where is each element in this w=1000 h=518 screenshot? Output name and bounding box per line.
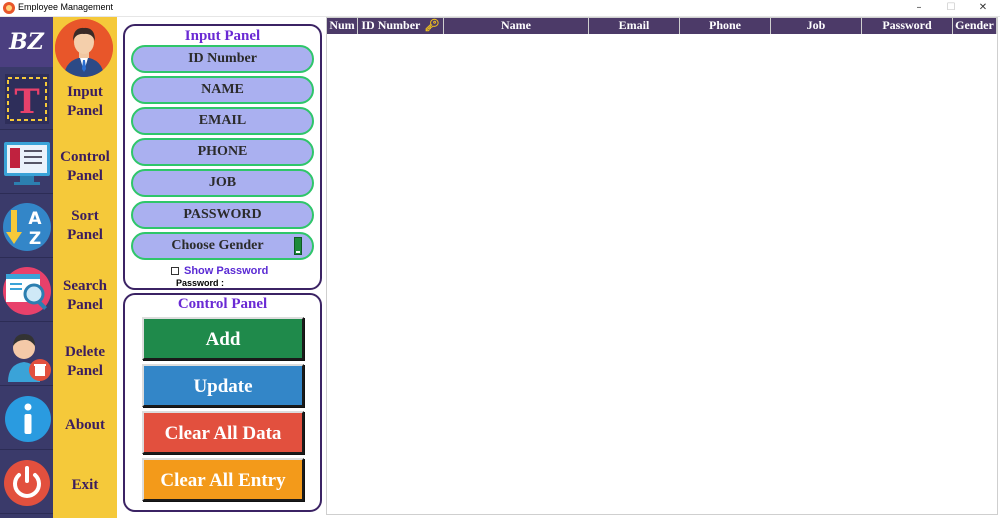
control-panel-icon[interactable] xyxy=(0,132,53,194)
nav-input-panel[interactable]: Input Panel xyxy=(53,83,117,121)
column-header-phone[interactable]: Phone xyxy=(680,18,771,34)
email-field[interactable]: EMAIL xyxy=(131,107,314,135)
control-panel: Control Panel Add Update Clear All Data … xyxy=(123,293,322,512)
table-header: Num ID Number 🔑︎ Name Email Phone Job Pas… xyxy=(327,18,997,34)
svg-text:A: A xyxy=(28,209,42,229)
input-panel-icon[interactable]: T xyxy=(0,68,53,130)
employee-table[interactable]: Num ID Number 🔑︎ Name Email Phone Job Pas… xyxy=(326,17,998,515)
nav-sort-panel[interactable]: Sort Panel xyxy=(53,207,117,245)
input-panel-title: Input Panel xyxy=(184,28,261,44)
nav-control-panel[interactable]: Control Panel xyxy=(53,148,117,186)
column-header-job[interactable]: Job xyxy=(771,18,862,34)
column-header-id-number[interactable]: ID Number 🔑︎ xyxy=(358,18,444,34)
nav-exit[interactable]: Exit xyxy=(53,476,117,495)
column-header-num[interactable]: Num xyxy=(327,18,358,34)
nav-label: Panel xyxy=(67,227,103,243)
nav-label: Panel xyxy=(67,168,103,184)
window-title: Employee Management xyxy=(18,2,114,12)
app-logo: BZ xyxy=(0,17,53,67)
svg-text:Z: Z xyxy=(28,229,40,249)
nav-label: Exit xyxy=(71,477,99,493)
input-panel: Input Panel ID Number NAME EMAIL PHONE J… xyxy=(123,24,322,290)
svg-text:T: T xyxy=(14,82,39,122)
user-avatar xyxy=(55,19,113,77)
password-preview-label: Password : xyxy=(176,278,225,288)
title-bar: Employee Management – ☐ ✕ xyxy=(0,0,1000,17)
icon-strip: BZ T A Z xyxy=(0,17,53,518)
nav-search-panel[interactable]: Search Panel xyxy=(53,277,117,315)
about-icon[interactable] xyxy=(0,388,53,450)
close-button[interactable]: ✕ xyxy=(967,0,999,17)
nav-label: Search xyxy=(63,278,107,294)
gender-select[interactable]: Choose Gender xyxy=(131,232,314,260)
nav-label: Input xyxy=(67,84,103,100)
maximize-button[interactable]: ☐ xyxy=(935,0,967,17)
column-header-label: ID Number xyxy=(361,18,421,32)
app-icon xyxy=(3,2,15,14)
nav-label: Sort xyxy=(71,208,99,224)
search-panel-icon[interactable] xyxy=(0,260,53,322)
exit-icon[interactable] xyxy=(0,452,53,514)
name-field[interactable]: NAME xyxy=(131,76,314,104)
nav-label: Panel xyxy=(67,103,103,119)
nav-label: About xyxy=(64,417,105,433)
nav-label: Panel xyxy=(67,363,103,379)
gender-select-label: Choose Gender xyxy=(171,238,264,253)
id-number-field[interactable]: ID Number xyxy=(131,45,314,73)
control-panel-title: Control Panel xyxy=(177,296,268,312)
clear-all-data-button[interactable]: Clear All Data xyxy=(142,411,304,454)
update-button[interactable]: Update xyxy=(142,364,304,407)
nav-label: Delete xyxy=(65,344,105,360)
add-button[interactable]: Add xyxy=(142,317,304,360)
checkbox-icon[interactable] xyxy=(171,267,179,276)
nav-label: Panel xyxy=(67,297,103,313)
nav-column: Input Panel Control Panel Sort Panel Sea… xyxy=(53,17,117,518)
job-field[interactable]: JOB xyxy=(131,169,314,197)
show-password-label: Show Password xyxy=(184,265,269,277)
show-password-toggle[interactable]: Show Password xyxy=(171,265,268,277)
nav-delete-panel[interactable]: Delete Panel xyxy=(53,343,117,381)
nav-about[interactable]: About xyxy=(53,416,117,435)
phone-field[interactable]: PHONE xyxy=(131,138,314,166)
clear-all-entry-button[interactable]: Clear All Entry xyxy=(142,458,304,501)
column-header-name[interactable]: Name xyxy=(444,18,589,34)
password-field[interactable]: PASSWORD xyxy=(131,201,314,229)
delete-panel-icon[interactable] xyxy=(0,324,53,386)
column-header-gender[interactable]: Gender xyxy=(953,18,997,34)
dropdown-arrow-icon[interactable] xyxy=(294,237,302,255)
key-icon: 🔑︎ xyxy=(424,18,440,32)
minimize-button[interactable]: – xyxy=(903,0,935,17)
column-header-email[interactable]: Email xyxy=(589,18,680,34)
nav-label: Control xyxy=(60,149,110,165)
sort-panel-icon[interactable]: A Z xyxy=(0,196,53,258)
column-header-password[interactable]: Password xyxy=(862,18,953,34)
